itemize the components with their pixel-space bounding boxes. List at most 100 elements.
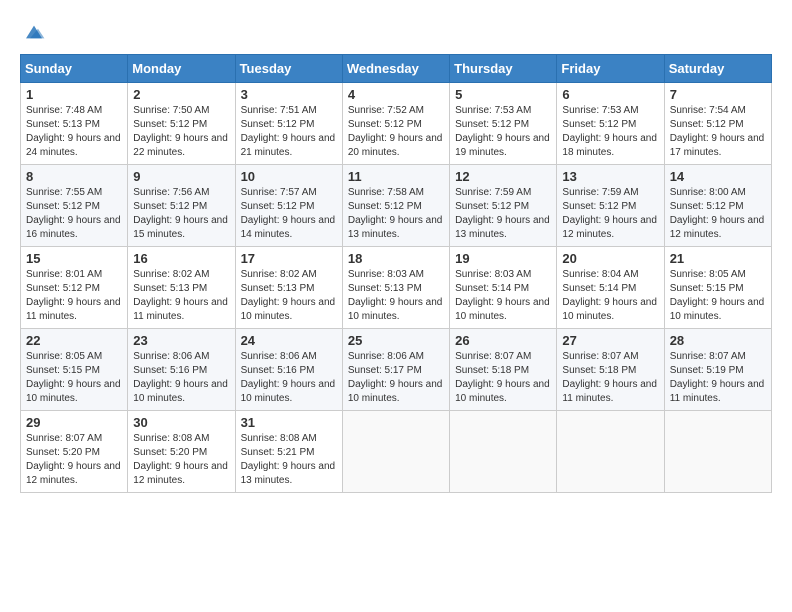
day-info: Sunrise: 7:59 AMSunset: 5:12 PMDaylight:… (562, 186, 658, 242)
day-info: Sunrise: 8:07 AMSunset: 5:18 PMDaylight:… (562, 350, 658, 406)
calendar-cell: 9Sunrise: 7:56 AMSunset: 5:12 PMDaylight… (128, 165, 235, 247)
weekday-header-sunday: Sunday (21, 55, 128, 83)
day-info: Sunrise: 8:08 AMSunset: 5:21 PMDaylight:… (241, 432, 337, 488)
day-number: 5 (455, 87, 551, 102)
day-number: 13 (562, 169, 658, 184)
day-info: Sunrise: 8:03 AMSunset: 5:14 PMDaylight:… (455, 268, 551, 324)
calendar-cell: 12 Sunrise: 7:59 AMSunset: 5:12 PMDayligh… (450, 165, 557, 247)
day-info: Sunrise: 8:02 AMSunset: 5:13 PMDaylight:… (241, 268, 337, 324)
calendar-cell: 23 Sunrise: 8:06 AMSunset: 5:16 PMDayligh… (128, 329, 235, 411)
calendar-cell (557, 411, 664, 493)
calendar-cell: 31 Sunrise: 8:08 AMSunset: 5:21 PMDayligh… (235, 411, 342, 493)
calendar-cell: 28 Sunrise: 8:07 AMSunset: 5:19 PMDayligh… (664, 329, 771, 411)
calendar-cell: 6 Sunrise: 7:53 AMSunset: 5:12 PMDaylight… (557, 83, 664, 165)
weekday-header-friday: Friday (557, 55, 664, 83)
day-number: 1 (26, 87, 122, 102)
day-number: 7 (670, 87, 766, 102)
weekday-header-monday: Monday (128, 55, 235, 83)
calendar-cell: 7 Sunrise: 7:54 AMSunset: 5:12 PMDaylight… (664, 83, 771, 165)
day-info: Sunrise: 8:05 AMSunset: 5:15 PMDaylight:… (670, 268, 766, 324)
day-number: 14 (670, 169, 766, 184)
day-number: 9 (133, 169, 229, 184)
day-info: Sunrise: 7:59 AMSunset: 5:12 PMDaylight:… (455, 186, 551, 242)
day-number: 4 (348, 87, 444, 102)
calendar-cell: 3 Sunrise: 7:51 AMSunset: 5:12 PMDaylight… (235, 83, 342, 165)
day-info: Sunrise: 8:01 AMSunset: 5:12 PMDaylight:… (26, 268, 122, 324)
day-info: Sunrise: 8:04 AMSunset: 5:14 PMDaylight:… (562, 268, 658, 324)
calendar-cell: 2 Sunrise: 7:50 AMSunset: 5:12 PMDaylight… (128, 83, 235, 165)
calendar-week-row: 29Sunrise: 8:07 AMSunset: 5:20 PMDayligh… (21, 411, 772, 493)
calendar-cell: 5 Sunrise: 7:53 AMSunset: 5:12 PMDaylight… (450, 83, 557, 165)
day-info: Sunrise: 7:54 AMSunset: 5:12 PMDaylight:… (670, 104, 766, 160)
day-info: Sunrise: 8:06 AMSunset: 5:16 PMDaylight:… (241, 350, 337, 406)
logo-icon (22, 20, 46, 44)
day-number: 31 (241, 415, 337, 430)
day-info: Sunrise: 7:53 AMSunset: 5:12 PMDaylight:… (562, 104, 658, 160)
day-number: 26 (455, 333, 551, 348)
day-number: 6 (562, 87, 658, 102)
day-info: Sunrise: 7:55 AMSunset: 5:12 PMDaylight:… (26, 186, 122, 242)
page-header (20, 20, 772, 44)
calendar-header-row: SundayMondayTuesdayWednesdayThursdayFrid… (21, 55, 772, 83)
weekday-header-tuesday: Tuesday (235, 55, 342, 83)
day-number: 16 (133, 251, 229, 266)
calendar-cell: 20 Sunrise: 8:04 AMSunset: 5:14 PMDayligh… (557, 247, 664, 329)
calendar-cell: 13 Sunrise: 7:59 AMSunset: 5:12 PMDayligh… (557, 165, 664, 247)
day-number: 30 (133, 415, 229, 430)
day-info: Sunrise: 7:51 AMSunset: 5:12 PMDaylight:… (241, 104, 337, 160)
calendar-cell: 14Sunrise: 8:00 AMSunset: 5:12 PMDayligh… (664, 165, 771, 247)
calendar-cell: 24 Sunrise: 8:06 AMSunset: 5:16 PMDayligh… (235, 329, 342, 411)
weekday-header-saturday: Saturday (664, 55, 771, 83)
day-number: 2 (133, 87, 229, 102)
calendar-cell (342, 411, 449, 493)
day-info: Sunrise: 8:06 AMSunset: 5:16 PMDaylight:… (133, 350, 229, 406)
day-info: Sunrise: 7:48 AMSunset: 5:13 PMDaylight:… (26, 104, 122, 160)
calendar-cell (450, 411, 557, 493)
day-number: 11 (348, 169, 444, 184)
day-number: 27 (562, 333, 658, 348)
day-number: 17 (241, 251, 337, 266)
day-info: Sunrise: 8:07 AMSunset: 5:18 PMDaylight:… (455, 350, 551, 406)
calendar-cell: 15 Sunrise: 8:01 AMSunset: 5:12 PMDayligh… (21, 247, 128, 329)
calendar-table: SundayMondayTuesdayWednesdayThursdayFrid… (20, 54, 772, 493)
day-info: Sunrise: 8:03 AMSunset: 5:13 PMDaylight:… (348, 268, 444, 324)
day-number: 20 (562, 251, 658, 266)
day-number: 24 (241, 333, 337, 348)
logo (20, 20, 46, 44)
day-number: 12 (455, 169, 551, 184)
weekday-header-thursday: Thursday (450, 55, 557, 83)
calendar-cell: 4Sunrise: 7:52 AMSunset: 5:12 PMDaylight… (342, 83, 449, 165)
calendar-cell: 16 Sunrise: 8:02 AMSunset: 5:13 PMDayligh… (128, 247, 235, 329)
calendar-cell: 22 Sunrise: 8:05 AMSunset: 5:15 PMDayligh… (21, 329, 128, 411)
calendar-cell: 19Sunrise: 8:03 AMSunset: 5:14 PMDayligh… (450, 247, 557, 329)
day-number: 10 (241, 169, 337, 184)
calendar-week-row: 8Sunrise: 7:55 AMSunset: 5:12 PMDaylight… (21, 165, 772, 247)
calendar-cell: 1 Sunrise: 7:48 AMSunset: 5:13 PMDaylight… (21, 83, 128, 165)
day-info: Sunrise: 8:02 AMSunset: 5:13 PMDaylight:… (133, 268, 229, 324)
day-number: 22 (26, 333, 122, 348)
day-info: Sunrise: 7:57 AMSunset: 5:12 PMDaylight:… (241, 186, 337, 242)
calendar-cell: 21 Sunrise: 8:05 AMSunset: 5:15 PMDayligh… (664, 247, 771, 329)
day-number: 15 (26, 251, 122, 266)
calendar-cell (664, 411, 771, 493)
day-number: 21 (670, 251, 766, 266)
day-info: Sunrise: 8:07 AMSunset: 5:19 PMDaylight:… (670, 350, 766, 406)
calendar-week-row: 22 Sunrise: 8:05 AMSunset: 5:15 PMDayligh… (21, 329, 772, 411)
day-info: Sunrise: 7:58 AMSunset: 5:12 PMDaylight:… (348, 186, 444, 242)
day-info: Sunrise: 7:50 AMSunset: 5:12 PMDaylight:… (133, 104, 229, 160)
calendar-cell: 25Sunrise: 8:06 AMSunset: 5:17 PMDayligh… (342, 329, 449, 411)
day-number: 23 (133, 333, 229, 348)
day-number: 28 (670, 333, 766, 348)
calendar-cell: 18 Sunrise: 8:03 AMSunset: 5:13 PMDayligh… (342, 247, 449, 329)
day-info: Sunrise: 7:53 AMSunset: 5:12 PMDaylight:… (455, 104, 551, 160)
day-info: Sunrise: 8:08 AMSunset: 5:20 PMDaylight:… (133, 432, 229, 488)
day-info: Sunrise: 8:05 AMSunset: 5:15 PMDaylight:… (26, 350, 122, 406)
day-number: 18 (348, 251, 444, 266)
calendar-cell: 30 Sunrise: 8:08 AMSunset: 5:20 PMDayligh… (128, 411, 235, 493)
day-number: 3 (241, 87, 337, 102)
day-info: Sunrise: 8:07 AMSunset: 5:20 PMDaylight:… (26, 432, 122, 488)
calendar-cell: 17 Sunrise: 8:02 AMSunset: 5:13 PMDayligh… (235, 247, 342, 329)
calendar-cell: 26 Sunrise: 8:07 AMSunset: 5:18 PMDayligh… (450, 329, 557, 411)
weekday-header-wednesday: Wednesday (342, 55, 449, 83)
calendar-cell: 8Sunrise: 7:55 AMSunset: 5:12 PMDaylight… (21, 165, 128, 247)
